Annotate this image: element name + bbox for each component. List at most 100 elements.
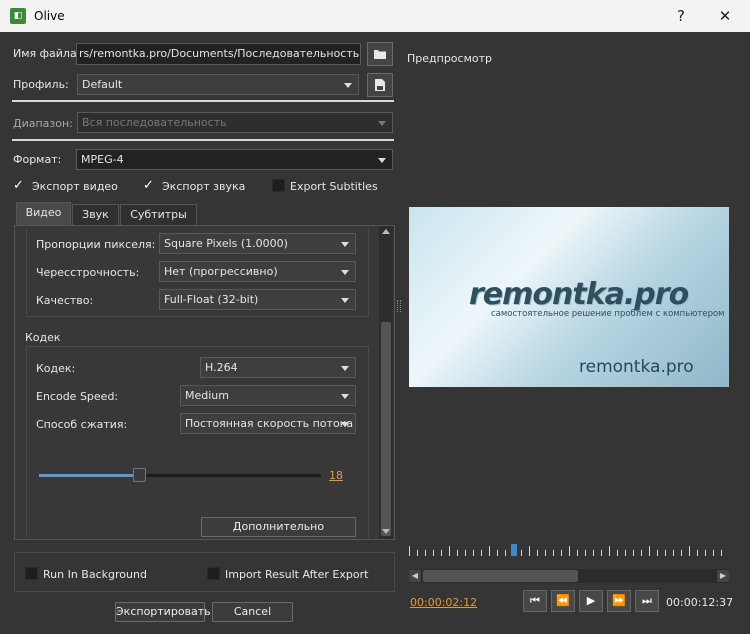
preview-label: Предпросмотр: [407, 52, 492, 65]
codec-label: Кодек:: [36, 362, 76, 375]
tab-subtitles[interactable]: Субтитры: [120, 204, 197, 226]
chevron-down-icon: [341, 366, 349, 371]
profile-select[interactable]: Default: [77, 74, 359, 95]
ruler-tick: [633, 550, 634, 556]
browse-folder-button[interactable]: [367, 42, 393, 66]
fast-forward-icon: ⏩: [612, 594, 626, 607]
pixel-aspect-value: Square Pixels (1.0000): [164, 237, 288, 250]
codec-section-title: Кодек: [25, 331, 61, 344]
format-select[interactable]: MPEG-4: [76, 149, 393, 170]
bitrate-slider-fill: [39, 474, 137, 477]
compression-value: Постоянная скорость потока: [185, 417, 354, 430]
settings-scrollbar[interactable]: [379, 226, 393, 539]
export-subtitles-label: Export Subtitles: [290, 180, 378, 193]
export-button[interactable]: Экспортировать: [115, 602, 211, 622]
chevron-down-icon: [341, 298, 349, 303]
ruler-tick: [473, 550, 474, 556]
export-subtitles-checkbox[interactable]: [272, 179, 285, 192]
chevron-down-icon: [378, 121, 386, 126]
save-profile-button[interactable]: [367, 73, 393, 97]
run-in-background-checkbox[interactable]: [25, 567, 38, 580]
scroll-down-icon[interactable]: [382, 529, 390, 534]
pixel-aspect-select[interactable]: Square Pixels (1.0000): [159, 233, 356, 254]
ruler-tick: [529, 546, 530, 556]
save-profile-icon: [375, 79, 385, 91]
scroll-up-icon[interactable]: [382, 229, 390, 234]
import-result-label: Import Result After Export: [225, 568, 369, 581]
chevron-down-icon: [341, 242, 349, 247]
ruler-tick: [649, 546, 650, 556]
scroll-thumb[interactable]: [381, 322, 391, 536]
play-icon: ▶: [586, 594, 596, 607]
total-timecode: 00:00:12:37: [666, 596, 734, 609]
bitrate-slider-handle[interactable]: [133, 468, 146, 482]
profile-label: Профиль:: [13, 78, 69, 91]
splitter-handle[interactable]: [397, 300, 401, 312]
compression-label: Способ сжатия:: [36, 418, 128, 431]
preview-logo-subtitle: самостоятельное решение проблем с компью…: [491, 309, 725, 319]
preview-watermark-text: remontka.pro: [579, 357, 694, 377]
rewind-icon: ⏪: [556, 594, 570, 607]
encode-speed-label: Encode Speed:: [36, 390, 119, 403]
fast-forward-button[interactable]: ⏩: [607, 590, 631, 612]
close-button[interactable]: ✕: [705, 4, 745, 28]
go-to-start-button[interactable]: ⏮: [523, 590, 547, 612]
current-timecode[interactable]: 00:00:02:12: [410, 596, 477, 609]
skip-end-icon: ⏭: [642, 594, 652, 607]
playhead[interactable]: [511, 544, 517, 556]
ruler-tick: [665, 550, 666, 556]
ruler-tick: [537, 550, 538, 556]
export-video-label: Экспорт видео: [32, 180, 118, 193]
tab-video[interactable]: Видео: [16, 202, 71, 226]
file-name-field[interactable]: rs/remontka.pro/Documents/Последовательн…: [76, 43, 361, 65]
encode-speed-select[interactable]: Medium: [180, 385, 356, 406]
range-label: Диапазон:: [13, 117, 73, 130]
timeline-scrollbar[interactable]: ◀ ▶: [409, 569, 729, 583]
export-audio-label: Экспорт звука: [162, 180, 246, 193]
go-to-end-button[interactable]: ⏭: [635, 590, 659, 612]
ruler-tick: [585, 550, 586, 556]
ruler-tick: [545, 550, 546, 556]
interlacing-value: Нет (прогрессивно): [164, 265, 278, 278]
ruler-tick: [681, 550, 682, 556]
ruler-tick: [489, 546, 490, 556]
bitrate-value[interactable]: 18: [329, 469, 343, 482]
cancel-button[interactable]: Cancel: [212, 602, 293, 622]
quality-select[interactable]: Full-Float (32-bit): [159, 289, 356, 310]
tab-audio[interactable]: Звук: [72, 204, 119, 226]
pixel-aspect-label: Пропорции пикселя:: [36, 238, 156, 251]
ruler-tick: [617, 550, 618, 556]
ruler-tick: [441, 550, 442, 556]
ruler-tick: [713, 550, 714, 556]
ruler-tick: [465, 550, 466, 556]
help-button[interactable]: ?: [661, 4, 701, 28]
play-button[interactable]: ▶: [579, 590, 603, 612]
advanced-button[interactable]: Дополнительно: [201, 517, 356, 537]
codec-value: H.264: [205, 361, 238, 374]
timeline-ruler[interactable]: [409, 546, 727, 558]
scroll-left-icon[interactable]: ◀: [409, 570, 421, 582]
ruler-tick: [705, 550, 706, 556]
interlacing-select[interactable]: Нет (прогрессивно): [159, 261, 356, 282]
window-title: Olive: [34, 9, 65, 23]
compression-select[interactable]: Постоянная скорость потока: [180, 413, 356, 434]
ruler-tick: [433, 550, 434, 556]
chevron-down-icon: [378, 158, 386, 163]
ruler-tick: [593, 550, 594, 556]
ruler-tick: [457, 550, 458, 556]
folder-icon: [374, 50, 386, 59]
export-video-checkbox[interactable]: ✓: [13, 179, 26, 192]
range-value: Вся последовательность: [82, 116, 227, 129]
timeline-scroll-thumb[interactable]: [423, 570, 578, 582]
ruler-tick: [577, 550, 578, 556]
rewind-button[interactable]: ⏪: [551, 590, 575, 612]
preview-image: remontka.pro самостоятельное решение про…: [409, 207, 729, 387]
export-audio-checkbox[interactable]: ✓: [143, 179, 156, 192]
scroll-right-icon[interactable]: ▶: [717, 570, 729, 582]
format-value: MPEG-4: [81, 153, 124, 166]
ruler-tick: [409, 546, 410, 556]
chevron-down-icon: [341, 394, 349, 399]
codec-select[interactable]: H.264: [200, 357, 356, 378]
import-result-checkbox[interactable]: [207, 567, 220, 580]
ruler-tick: [697, 550, 698, 556]
